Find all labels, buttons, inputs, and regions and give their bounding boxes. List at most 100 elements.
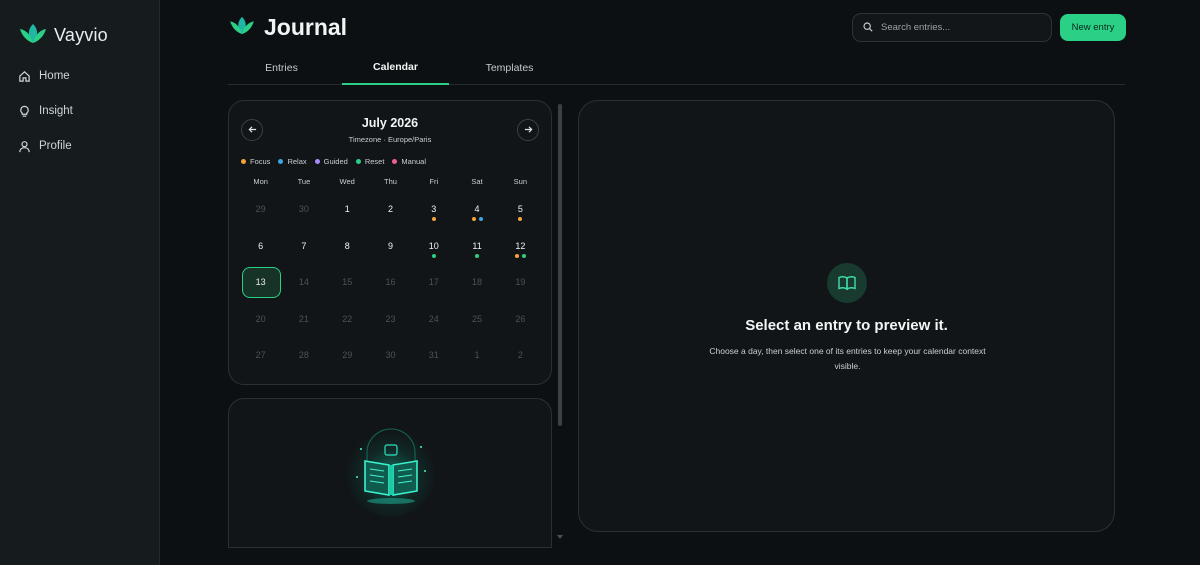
legend-item-focus: Focus [241, 157, 270, 166]
legend-item-manual: Manual [392, 157, 426, 166]
day-number: 20 [255, 313, 266, 324]
weekday-label: Mon [253, 177, 268, 186]
brand[interactable]: Vayvio [18, 22, 108, 49]
calendar-day[interactable]: 29 [239, 194, 282, 231]
calendar-day[interactable]: 12 [499, 231, 542, 268]
calendar-day[interactable]: 3 [412, 194, 455, 231]
day-number: 28 [298, 350, 309, 360]
calendar-day[interactable]: 22 [326, 304, 369, 341]
entry-dot [478, 217, 483, 221]
day-number: 3 [431, 204, 437, 214]
day-number: 13 [255, 277, 266, 287]
entry-dot [518, 217, 523, 221]
calendar-day[interactable]: 31 [412, 340, 455, 377]
scrollbar-thumb[interactable] [558, 104, 562, 426]
entry-dots [431, 253, 436, 258]
legend-item-reset: Reset [355, 157, 384, 166]
sidebar: Vayvio Home Insight Profile [0, 0, 160, 565]
legend-label: Relax [287, 157, 307, 166]
calendar-day[interactable]: 2 [499, 340, 542, 377]
day-number: 2 [387, 204, 393, 214]
tab-calendar[interactable]: Calendar [342, 50, 449, 85]
calendar-day[interactable]: 11 [455, 231, 498, 268]
day-number: 30 [298, 204, 309, 214]
open-book-icon [827, 263, 867, 303]
new-entry-button[interactable]: New entry [1060, 14, 1126, 41]
calendar-day[interactable]: 2 [369, 194, 412, 231]
day-number: 7 [301, 240, 307, 251]
calendar-day[interactable]: 24 [412, 304, 455, 341]
day-number: 5 [517, 204, 523, 214]
weekday-label: Thu [384, 177, 397, 186]
day-number: 30 [385, 350, 396, 360]
calendar-day[interactable]: 15 [326, 267, 369, 304]
calendar-day[interactable]: 27 [239, 340, 282, 377]
day-number: 4 [474, 204, 480, 214]
calendar-day[interactable]: 14 [282, 267, 325, 304]
calendar-day[interactable]: 1 [326, 194, 369, 231]
entry-dots [471, 217, 483, 221]
legend-label: Guided [323, 157, 348, 166]
day-number: 19 [515, 277, 526, 287]
calendar-day[interactable]: 26 [499, 304, 542, 341]
search-icon [863, 19, 873, 37]
weekday-label: Fri [429, 177, 439, 186]
sidebar-item-home[interactable]: Home [18, 66, 73, 86]
calendar-day[interactable]: 25 [455, 304, 498, 341]
calendar-day[interactable]: 17 [412, 267, 455, 304]
day-number: 8 [344, 240, 350, 251]
entry-dot [431, 217, 436, 221]
sidebar-nav: Home Insight Profile [18, 66, 73, 171]
weekday-label: Sun [513, 177, 528, 186]
calendar-day[interactable]: 20 [239, 304, 282, 341]
tab-entries[interactable]: Entries [228, 50, 335, 85]
calendar-day[interactable]: 19 [499, 267, 542, 304]
calendar-day[interactable]: 9 [369, 231, 412, 268]
weekday-label: Sat [471, 177, 483, 186]
legend-label: Manual [401, 157, 427, 166]
calendar-day[interactable]: 29 [326, 340, 369, 377]
calendar-day[interactable]: 1 [455, 340, 498, 377]
legend-item-guided: Guided [314, 157, 348, 166]
brand-name: Vayvio [54, 25, 108, 45]
search-box[interactable] [852, 13, 1052, 42]
day-number: 1 [474, 350, 480, 360]
calendar-day-selected[interactable]: 13 [239, 267, 282, 304]
calendar-day[interactable]: 23 [369, 304, 412, 341]
calendar-day[interactable]: 16 [369, 267, 412, 304]
scroll-down-arrow[interactable] [557, 526, 563, 539]
tab-templates[interactable]: Templates [456, 50, 563, 85]
next-month-button[interactable] [517, 119, 539, 141]
calendar-day[interactable]: 6 [239, 231, 282, 268]
home-icon [18, 70, 31, 83]
day-number: 18 [472, 277, 483, 287]
calendar-day[interactable]: 18 [455, 267, 498, 304]
day-number: 27 [255, 350, 266, 360]
entry-dots [518, 217, 523, 221]
calendar-day[interactable]: 21 [282, 304, 325, 341]
calendar-day[interactable]: 28 [282, 340, 325, 377]
legend-dot [314, 159, 320, 164]
calendar-day[interactable]: 8 [326, 231, 369, 268]
legend-label: Focus [250, 157, 271, 166]
calendar-day[interactable]: 30 [282, 194, 325, 231]
preview-description: Choose a day, then select one of its ent… [709, 346, 986, 371]
calendar-day[interactable]: 4 [455, 194, 498, 231]
sidebar-item-insight[interactable]: Insight [18, 101, 73, 121]
entry-dots [475, 253, 480, 258]
calendar-day[interactable]: 5 [499, 194, 542, 231]
day-grid: 29 30 1 2 3 4 5 6 7 8 9 10 11 12 13 14 15 16 17 18 19 20 21 22 2… [239, 194, 542, 377]
month-title: July 2026 [361, 116, 419, 130]
calendar-day[interactable]: 10 [412, 231, 455, 268]
illustration-card [228, 398, 552, 548]
search-input[interactable] [881, 22, 1041, 33]
arrow-right-icon [524, 121, 533, 139]
legend-dot [278, 159, 284, 164]
lightbulb-icon [18, 105, 31, 118]
sidebar-item-profile[interactable]: Profile [18, 136, 73, 156]
calendar-day[interactable]: 7 [282, 231, 325, 268]
day-number: 2 [517, 350, 523, 360]
lotus-icon [228, 15, 256, 40]
calendar-day[interactable]: 30 [369, 340, 412, 377]
day-number: 26 [515, 313, 526, 324]
